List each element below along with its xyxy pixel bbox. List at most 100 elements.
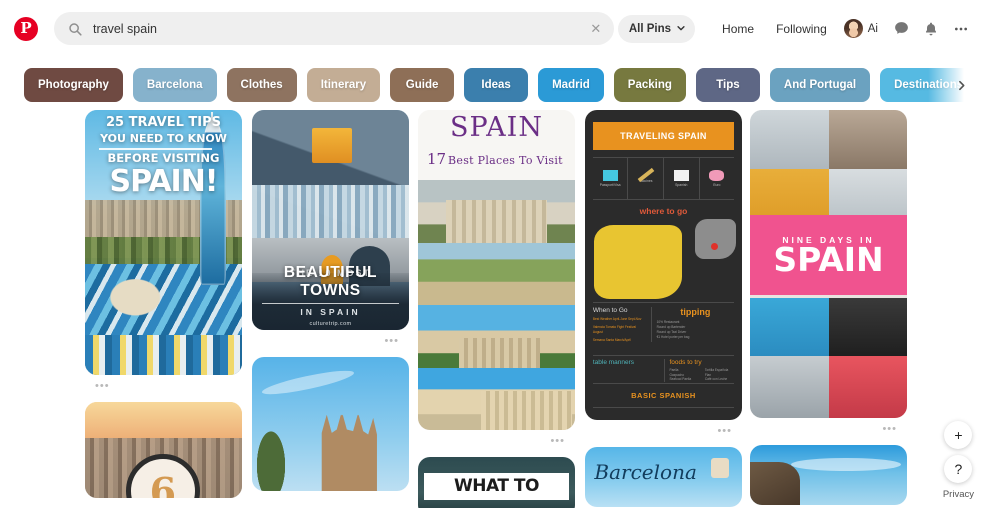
chip-label: Ideas	[481, 79, 511, 91]
filter-chip-and-portugal[interactable]: And Portugal	[769, 68, 871, 102]
search-input[interactable]	[93, 21, 584, 36]
filter-chip-guide[interactable]: Guide	[390, 68, 455, 102]
pin-image[interactable]: NINE DAYS IN SPAIN	[750, 110, 907, 418]
pin-image[interactable]: Barcelona	[585, 447, 742, 507]
table-manners-heading: table manners	[592, 358, 635, 366]
pin-overflow-menu[interactable]: •••	[750, 418, 907, 439]
pin-overflow-menu[interactable]: •••	[585, 420, 742, 441]
pin-card-traveling-spain-infographic[interactable]: TRAVELING SPAIN Passport/Visa Vaccines S…	[585, 110, 742, 441]
pin-image[interactable]: THE 10 MOST BEAUTIFUL TOWNS IN SPAIN cul…	[252, 110, 409, 330]
tipping-heading: tipping	[680, 307, 711, 318]
more-dots-icon: •••	[882, 422, 897, 435]
bag-icon	[711, 457, 730, 478]
all-pins-dropdown[interactable]: All Pins	[617, 14, 696, 43]
chip-label: Guide	[405, 79, 439, 91]
filter-chip-row: Photography Barcelona Clothes Itinerary …	[0, 62, 990, 108]
badge-value: 6	[149, 468, 177, 499]
filter-chip-madrid[interactable]: Madrid	[538, 68, 604, 102]
messages-icon[interactable]	[886, 14, 916, 44]
privacy-link[interactable]: Privacy	[943, 489, 974, 500]
search-clear-button[interactable]: ✕	[584, 17, 608, 41]
pin-card-25-travel-tips[interactable]: 25 TRAVEL TIPS YOU NEED TO KNOW BEFORE V…	[85, 110, 242, 396]
pin-card-what-to[interactable]: WHAT TO	[418, 457, 575, 508]
nav-home[interactable]: Home	[711, 16, 765, 42]
chevron-right-icon[interactable]	[948, 72, 974, 98]
chip-label: Itinerary	[320, 79, 367, 91]
pin-image[interactable]	[750, 445, 907, 505]
pin-image[interactable]	[252, 357, 409, 491]
pin-title-line4: SPAIN!	[109, 164, 218, 199]
chip-label: Tips	[716, 79, 740, 91]
chip-label: Photography	[38, 79, 109, 91]
pin-overflow-menu[interactable]: •••	[418, 430, 575, 451]
question-mark-icon: ?	[954, 461, 963, 477]
pin-image[interactable]: 6	[85, 402, 242, 498]
top-header: P ✕ All Pins Home Following Ai	[0, 0, 990, 57]
spain-map-shape	[594, 224, 683, 300]
pin-title: WHAT TO	[424, 472, 569, 501]
pin-card-script-blue[interactable]: Barcelona	[585, 447, 742, 507]
piggy-bank-icon: Euro	[700, 158, 735, 199]
chevron-down-icon	[676, 20, 686, 38]
pin-script-text: Barcelona	[594, 460, 697, 485]
pin-overflow-menu[interactable]: •••	[85, 375, 242, 396]
filter-chip-packing[interactable]: Packing	[613, 68, 686, 102]
pin-image[interactable]: WHAT TO	[418, 457, 575, 508]
basic-spanish-heading: BASIC SPANISH	[592, 382, 735, 408]
pin-title-line2: SPAIN	[773, 239, 884, 279]
pin-column-4: TRAVELING SPAIN Passport/Visa Vaccines S…	[585, 110, 742, 508]
chip-label: Packing	[627, 79, 672, 91]
pin-overflow-menu[interactable]: •••	[252, 330, 409, 351]
food-item-2: Seafood Paella	[669, 377, 692, 382]
filter-chip-barcelona[interactable]: Barcelona	[132, 68, 217, 102]
pinterest-logo-icon[interactable]: P	[14, 16, 38, 41]
floating-action-column: + ? Privacy	[943, 421, 974, 500]
filter-chip-ideas[interactable]: Ideas	[464, 68, 529, 102]
chip-label: Barcelona	[146, 79, 203, 91]
nav-following[interactable]: Following	[765, 16, 838, 42]
when-item-0: Best Weather April-June Sept-Nov	[592, 317, 642, 322]
food-item-6: Café con Leche	[704, 377, 728, 382]
pin-source: culturetrip.com	[309, 321, 352, 327]
pin-title-line1: 25 TRAVEL TIPS	[105, 115, 222, 130]
pin-card-nine-days-in-spain[interactable]: NINE DAYS IN SPAIN •••	[750, 110, 907, 439]
speech-bubble-icon: Spanish	[664, 157, 700, 199]
pin-grid: 25 TRAVEL TIPS YOU NEED TO KNOW BEFORE V…	[0, 110, 990, 508]
pin-title: SPAIN	[450, 112, 543, 143]
pin-column-1: 25 TRAVEL TIPS YOU NEED TO KNOW BEFORE V…	[85, 110, 242, 504]
filter-chip-photography[interactable]: Photography	[24, 68, 123, 102]
filter-chip-clothes[interactable]: Clothes	[226, 68, 297, 102]
filter-chip-itinerary[interactable]: Itinerary	[306, 68, 381, 102]
more-options-icon[interactable]	[946, 14, 976, 44]
banner-label: TRAVELING SPAIN	[620, 131, 707, 142]
icon-caption: Spanish	[675, 182, 688, 187]
primary-nav: Home Following Ai	[711, 14, 976, 44]
create-pin-button[interactable]: +	[944, 421, 973, 449]
account-menu[interactable]: Ai	[838, 15, 886, 42]
account-label: Ai	[867, 22, 878, 35]
pin-image[interactable]: SPAIN 17 Best Places To Visit	[418, 110, 575, 430]
more-dots-icon: •••	[550, 434, 565, 447]
chip-label: And Portugal	[783, 79, 857, 91]
chip-label: Clothes	[240, 79, 283, 91]
pinterest-logo-letter: P	[20, 18, 32, 37]
help-button[interactable]: ?	[944, 455, 973, 483]
notifications-icon[interactable]	[916, 14, 946, 44]
vaccine-icon: Vaccines	[628, 157, 664, 199]
europe-map-shape	[694, 218, 736, 259]
pin-image[interactable]: 25 TRAVEL TIPS YOU NEED TO KNOW BEFORE V…	[85, 110, 242, 375]
pin-card-barcelona-sunset[interactable]: 6	[85, 402, 242, 498]
icon-caption: Passport/Visa	[599, 182, 621, 187]
pin-subtitle-number: 17	[427, 150, 447, 168]
when-item-2: Semana Santa March/April	[592, 337, 631, 342]
search-bar[interactable]: ✕	[54, 12, 614, 45]
pin-card-beautiful-towns[interactable]: THE 10 MOST BEAUTIFUL TOWNS IN SPAIN cul…	[252, 110, 409, 351]
pin-card-17-best-places[interactable]: SPAIN 17 Best Places To Visit •••	[418, 110, 575, 451]
pin-image[interactable]: TRAVELING SPAIN Passport/Visa Vaccines S…	[585, 110, 742, 420]
filter-chip-tips[interactable]: Tips	[695, 68, 760, 102]
pin-card-coast-sky[interactable]	[750, 445, 907, 505]
pin-card-sagrada-familia[interactable]	[252, 357, 409, 491]
nav-home-label: Home	[722, 21, 755, 36]
search-icon	[68, 22, 82, 36]
pin-title-line3: BEFORE VISITING	[107, 151, 220, 165]
